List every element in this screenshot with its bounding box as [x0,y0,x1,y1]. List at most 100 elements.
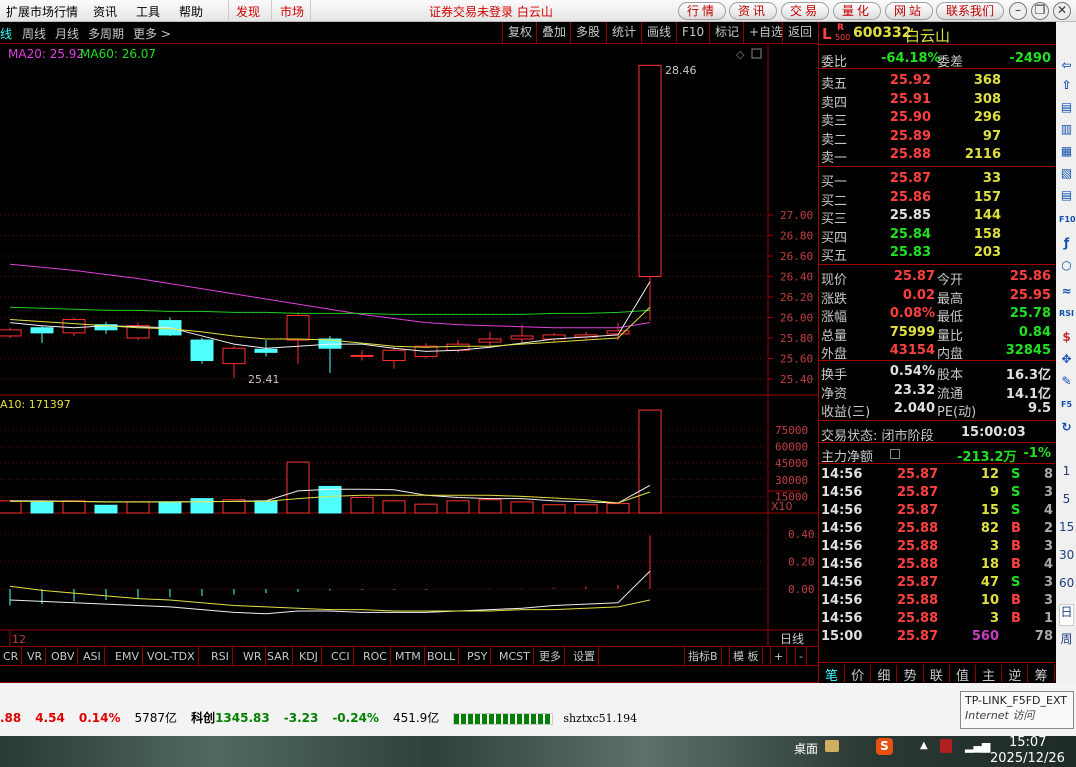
tab-weekly[interactable]: 周线 [22,25,46,42]
period-button-日[interactable]: 日 [1059,604,1074,626]
indicator-tab-kdj[interactable]: KDJ [296,647,322,666]
mark-button[interactable]: 标记 [709,22,744,43]
bid-row[interactable]: 买二 25.86 157 [819,189,1055,209]
panel-toggle-icon[interactable] [751,48,762,59]
circle-icon[interactable]: ○ [1059,258,1074,273]
period-button-5[interactable]: 5 [1059,492,1074,507]
indicator-tab-roc[interactable]: ROC [360,647,391,666]
indicator-right-1[interactable]: 模 板 [729,647,763,666]
kline-chart[interactable]: MA20: 25.92 MA60: 26.07 ◇ 28.46 25.41 A1… [0,44,818,646]
back-button[interactable]: 返回 [782,22,817,43]
indicator-tab-boll[interactable]: BOLL [424,647,460,666]
bid-row[interactable]: 买三 25.85 144 [819,207,1055,227]
move-icon[interactable]: ✥ [1059,352,1074,367]
indicator-tab-设置[interactable]: 设置 [570,647,599,666]
news-button[interactable]: 资讯 [729,2,777,20]
indicator-right-3[interactable]: - [795,647,807,666]
website-button[interactable]: 网站 [885,2,933,20]
pencil-icon[interactable]: ✎ [1059,374,1074,389]
quote-tab[interactable]: 逆 [1002,665,1029,684]
indicator-tab-asi[interactable]: ASI [80,647,105,666]
period-label[interactable]: 日线 [780,632,804,646]
power-icon[interactable] [940,739,952,753]
menu-market[interactable]: 市场 [280,3,304,20]
ask-row[interactable]: 卖二 25.89 97 [819,128,1055,148]
menu-discover[interactable]: 发现 [236,3,260,20]
bid-row[interactable]: 买四 25.84 158 [819,226,1055,246]
ask-row[interactable]: 卖四 25.91 308 [819,91,1055,111]
candle-icon[interactable]: ▥ [1059,122,1074,137]
restore-button[interactable]: ❐ [1031,2,1049,20]
tab-multi-period[interactable]: 多周期 [88,25,124,42]
indicator-tab-mtm[interactable]: MTM [392,647,425,666]
back-arrow-icon[interactable]: ⇦ [1059,58,1074,73]
indicator-tab-cci[interactable]: CCI [328,647,354,666]
quant-button[interactable]: 量化 [833,2,881,20]
f10-button[interactable]: F10 [676,22,709,43]
sogou-ime-icon[interactable]: S [876,738,893,755]
period-button-15[interactable]: 15 [1059,520,1074,535]
indicator-tab-obv[interactable]: OBV [48,647,79,666]
quote-tab[interactable]: 筹 [1029,665,1055,684]
statistics-button[interactable]: 统计 [606,22,641,43]
adjust-button[interactable]: 复权 [502,22,537,43]
draw-line-button[interactable]: 画线 [641,22,676,43]
quote-tab[interactable]: 笔 [819,665,845,684]
desktop-toolbar[interactable]: 桌面 [794,740,818,757]
menu-extended-market[interactable]: 扩展市场行情 [6,3,78,20]
period-button-1[interactable]: 1 [1059,464,1074,479]
chart-canvas[interactable]: MA20: 25.92 MA60: 26.07 ◇ 28.46 25.41 A1… [0,44,818,646]
clock-time[interactable]: 15:07 [1009,735,1046,750]
bid-row[interactable]: 买一 25.87 33 [819,170,1055,190]
f10-icon[interactable]: F10 [1059,212,1076,227]
indicator-tab-sar[interactable]: SAR [264,647,294,666]
trade-button[interactable]: 交易 [781,2,829,20]
diamond-icon[interactable]: ◇ [736,48,745,61]
ask-row[interactable]: 卖三 25.90 296 [819,109,1055,129]
list-icon[interactable]: ▤ [1059,188,1074,203]
indicator-tab-wr[interactable]: WR [240,647,266,666]
indicator-tab-vr[interactable]: VR [24,647,47,666]
trend-icon[interactable]: ▦ [1059,144,1074,159]
tab-daily[interactable]: 线 [0,25,12,42]
quote-tab[interactable]: 值 [950,665,976,684]
period-button-周[interactable]: 周 [1059,632,1074,647]
quote-tab[interactable]: 主 [976,665,1003,684]
minimize-button[interactable]: – [1009,2,1027,20]
contact-us-button[interactable]: 联系我们 [936,2,1004,20]
folder-icon[interactable] [825,740,839,752]
tab-more[interactable]: 更多 > [133,25,171,42]
overlay-button[interactable]: 叠加 [536,22,571,43]
indicator-right-2[interactable]: + [770,647,788,666]
indicator-tab-更多[interactable]: 更多 [536,647,565,666]
menu-help[interactable]: 帮助 [179,3,203,20]
up-arrow-icon[interactable]: ⇧ [1059,78,1074,93]
bar-icon[interactable]: ▧ [1059,166,1074,181]
refresh-icon[interactable]: ↻ [1059,420,1074,435]
quote-tab[interactable]: 价 [845,665,872,684]
details-icon[interactable] [890,449,900,459]
indicator-tab-emv[interactable]: EMV [112,647,143,666]
period-button-60[interactable]: 60 [1059,576,1074,591]
bid-row[interactable]: 买五 25.83 203 [819,244,1055,264]
ask-row[interactable]: 卖一 25.88 2116 [819,146,1055,166]
money-icon[interactable]: $ [1059,330,1074,345]
show-hidden-icons[interactable]: ▲ [920,740,928,751]
quotes-button[interactable]: 行情 [678,2,726,20]
wave-icon[interactable]: ≈ [1059,284,1074,299]
menu-news[interactable]: 资讯 [93,3,117,20]
quote-tab[interactable]: 细 [871,665,898,684]
quote-tab[interactable]: 势 [898,665,924,684]
menu-tools[interactable]: 工具 [136,3,160,20]
period-button-30[interactable]: 30 [1059,548,1074,563]
f5-icon[interactable]: F5 [1059,397,1074,412]
multi-stock-button[interactable]: 多股 [570,22,605,43]
indicator-tab-psy[interactable]: PSY [464,647,492,666]
wifi-signal-icon[interactable]: ▂▄▆ [965,740,990,753]
rsi-icon[interactable]: RSI [1059,306,1074,321]
clock-date[interactable]: 2025/12/26 [990,751,1065,766]
quote-tab[interactable]: 联 [924,665,950,684]
tab-monthly[interactable]: 月线 [55,25,79,42]
close-button[interactable]: ✕ [1053,2,1071,20]
chart-icon[interactable]: ▤ [1059,100,1074,115]
